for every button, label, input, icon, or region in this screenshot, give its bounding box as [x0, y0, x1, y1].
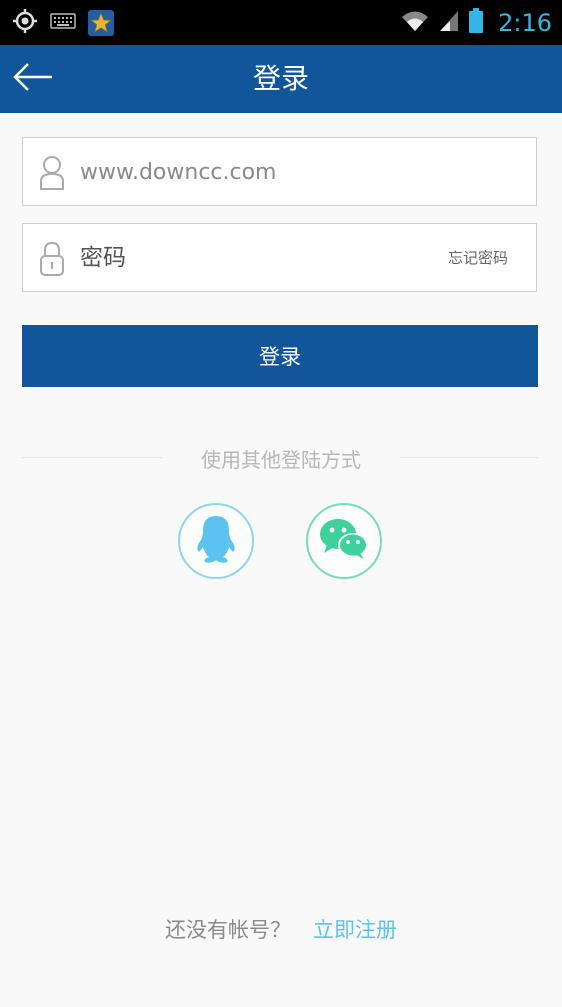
register-link[interactable]: 立即注册	[313, 918, 397, 942]
username-placeholder: www.downcc.com	[80, 160, 277, 185]
status-clock: 2:16	[498, 9, 552, 37]
username-field[interactable]: www.downcc.com	[22, 137, 537, 206]
status-bar-right: 2:16	[400, 8, 552, 38]
keyboard-icon	[50, 13, 76, 33]
wechat-icon	[318, 517, 370, 565]
password-field[interactable]: 密码 忘记密码	[22, 223, 537, 292]
no-account-text: 还没有帐号？	[165, 918, 291, 942]
other-login-label: 使用其他登陆方式	[201, 448, 361, 472]
location-icon	[12, 8, 38, 38]
qq-icon	[193, 514, 239, 568]
status-bar: 2:16	[0, 0, 562, 45]
lock-icon	[39, 241, 65, 277]
page-title: 登录	[252, 62, 309, 95]
signal-icon	[438, 9, 460, 37]
user-icon	[39, 155, 65, 191]
login-button[interactable]: 登录	[22, 325, 538, 387]
forgot-password-link[interactable]: 忘记密码	[448, 224, 508, 293]
register-footer: 还没有帐号？ 立即注册	[0, 914, 562, 944]
password-placeholder: 密码	[80, 245, 126, 271]
wifi-icon	[400, 9, 430, 37]
battery-icon	[468, 8, 484, 38]
app-star-icon	[88, 10, 114, 36]
qq-login-button[interactable]	[178, 503, 254, 579]
wechat-login-button[interactable]	[306, 503, 382, 579]
status-bar-left	[12, 8, 114, 38]
app-header: 登录	[0, 45, 562, 113]
